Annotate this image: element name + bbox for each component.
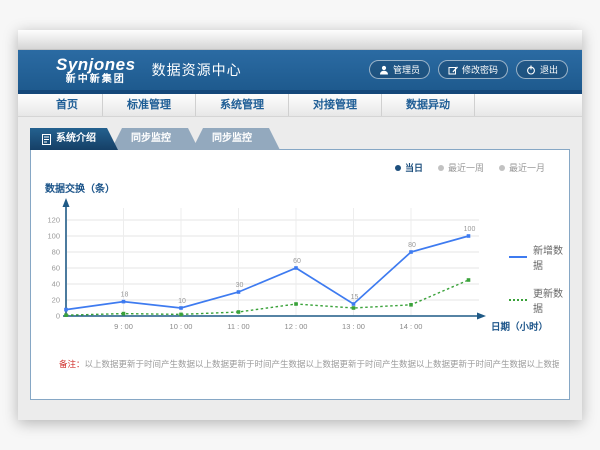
tab[interactable]: 系统介绍 bbox=[30, 128, 118, 150]
svg-text:15: 15 bbox=[351, 294, 359, 301]
nav-item[interactable]: 首页 bbox=[32, 94, 103, 116]
svg-text:10: 10 bbox=[178, 298, 186, 305]
time-range-selector: 当日 最近一周 最近一月 bbox=[395, 161, 545, 174]
edit-icon bbox=[448, 65, 458, 75]
nav-item[interactable]: 标准管理 bbox=[103, 94, 196, 116]
svg-text:0: 0 bbox=[56, 312, 60, 321]
content-area: 系统介绍 同步监控 同步监控 当日 最近一周 最近一月 数据交换（条） 0 20 40 60 8… bbox=[18, 117, 582, 420]
time-range-option[interactable]: 当日 bbox=[395, 161, 423, 174]
tab-label: 同步监控 bbox=[131, 128, 171, 150]
chart-legend: 新增数据更新数据 bbox=[509, 242, 569, 315]
svg-text:80: 80 bbox=[52, 248, 60, 257]
svg-text:40: 40 bbox=[52, 280, 60, 289]
svg-text:60: 60 bbox=[52, 264, 60, 273]
svg-text:20: 20 bbox=[52, 296, 60, 305]
tab-label: 同步监控 bbox=[212, 128, 252, 150]
legend-line-swatch bbox=[509, 256, 527, 258]
data-exchange-line-chart: 0 20 40 60 80 100 120 9 : 00 10 : 00 11 : 00 12 : … bbox=[31, 194, 561, 364]
logout-button[interactable]: 退出 bbox=[516, 60, 568, 79]
svg-text:60: 60 bbox=[293, 258, 301, 265]
window-chrome-strip bbox=[18, 30, 582, 50]
header-actions: 管理员 修改密码 退出 bbox=[369, 60, 568, 79]
logo-brand-text: Synjones bbox=[56, 56, 136, 73]
app-header: Synjones 新中新集团 数据资源中心 管理员 修改密码 退出 bbox=[18, 50, 582, 90]
svg-text:30: 30 bbox=[236, 282, 244, 289]
logo-company-name: 新中新集团 bbox=[66, 75, 126, 85]
tab[interactable]: 同步监控 bbox=[192, 128, 280, 150]
logout-label: 退出 bbox=[540, 63, 558, 76]
svg-text:100: 100 bbox=[47, 232, 60, 241]
main-nav: 首页标准管理系统管理对接管理数据异动 bbox=[18, 94, 582, 117]
svg-text:12 : 00: 12 : 00 bbox=[285, 322, 308, 331]
time-range-label: 当日 bbox=[405, 161, 423, 174]
page-title: 数据资源中心 bbox=[152, 60, 242, 80]
user-icon bbox=[379, 65, 389, 75]
nav-item[interactable]: 对接管理 bbox=[289, 94, 382, 116]
y-axis-title: 数据交换（条） bbox=[45, 180, 115, 195]
radio-dot-icon bbox=[499, 165, 505, 171]
svg-text:80: 80 bbox=[408, 242, 416, 249]
time-range-label: 最近一月 bbox=[509, 161, 545, 174]
chart-panel: 当日 最近一周 最近一月 数据交换（条） 0 20 40 60 80 100 120 9 : 00… bbox=[30, 149, 570, 400]
nav-item[interactable]: 系统管理 bbox=[196, 94, 289, 116]
svg-text:100: 100 bbox=[464, 226, 476, 233]
svg-text:日期（小时）: 日期（小时） bbox=[491, 321, 548, 333]
tab-label: 系统介绍 bbox=[56, 128, 96, 150]
svg-text:10 : 00: 10 : 00 bbox=[170, 322, 193, 331]
tab[interactable]: 同步监控 bbox=[111, 128, 199, 150]
svg-text:11 : 00: 11 : 00 bbox=[227, 322, 249, 331]
svg-text:18: 18 bbox=[121, 292, 129, 299]
radio-dot-icon bbox=[438, 165, 444, 171]
svg-text:14 : 00: 14 : 00 bbox=[400, 322, 423, 331]
svg-text:120: 120 bbox=[47, 216, 60, 225]
change-password-label: 修改密码 bbox=[462, 63, 498, 76]
company-logo: Synjones 新中新集团 bbox=[56, 56, 136, 85]
admin-user-label: 管理员 bbox=[393, 63, 420, 76]
power-icon bbox=[526, 65, 536, 75]
svg-text:13 : 00: 13 : 00 bbox=[342, 322, 365, 331]
change-password-button[interactable]: 修改密码 bbox=[438, 60, 508, 79]
footnote: 备注：以上数据更新于时间产生数据以上数据更新于时间产生数据以上数据更新于时间产生… bbox=[59, 358, 559, 370]
time-range-option[interactable]: 最近一月 bbox=[499, 161, 545, 174]
legend-series-name: 新增数据 bbox=[533, 242, 569, 272]
time-range-label: 最近一周 bbox=[448, 161, 484, 174]
app-window: Synjones 新中新集团 数据资源中心 管理员 修改密码 退出 bbox=[18, 30, 582, 420]
legend-series-name: 更新数据 bbox=[533, 285, 569, 315]
legend-item: 新增数据 bbox=[509, 242, 569, 272]
time-range-option[interactable]: 最近一周 bbox=[438, 161, 484, 174]
nav-item[interactable]: 数据异动 bbox=[382, 94, 475, 116]
document-icon bbox=[42, 134, 51, 145]
admin-user-button[interactable]: 管理员 bbox=[369, 60, 430, 79]
tab-bar: 系统介绍 同步监控 同步监控 bbox=[30, 128, 570, 150]
legend-item: 更新数据 bbox=[509, 285, 569, 315]
radio-dot-icon bbox=[395, 165, 401, 171]
svg-text:9 : 00: 9 : 00 bbox=[114, 322, 133, 331]
footnote-text: 以上数据更新于时间产生数据以上数据更新于时间产生数据以上数据更新于时间产生数据以… bbox=[85, 359, 559, 369]
legend-line-swatch bbox=[509, 299, 527, 301]
footnote-label: 备注： bbox=[59, 359, 85, 369]
